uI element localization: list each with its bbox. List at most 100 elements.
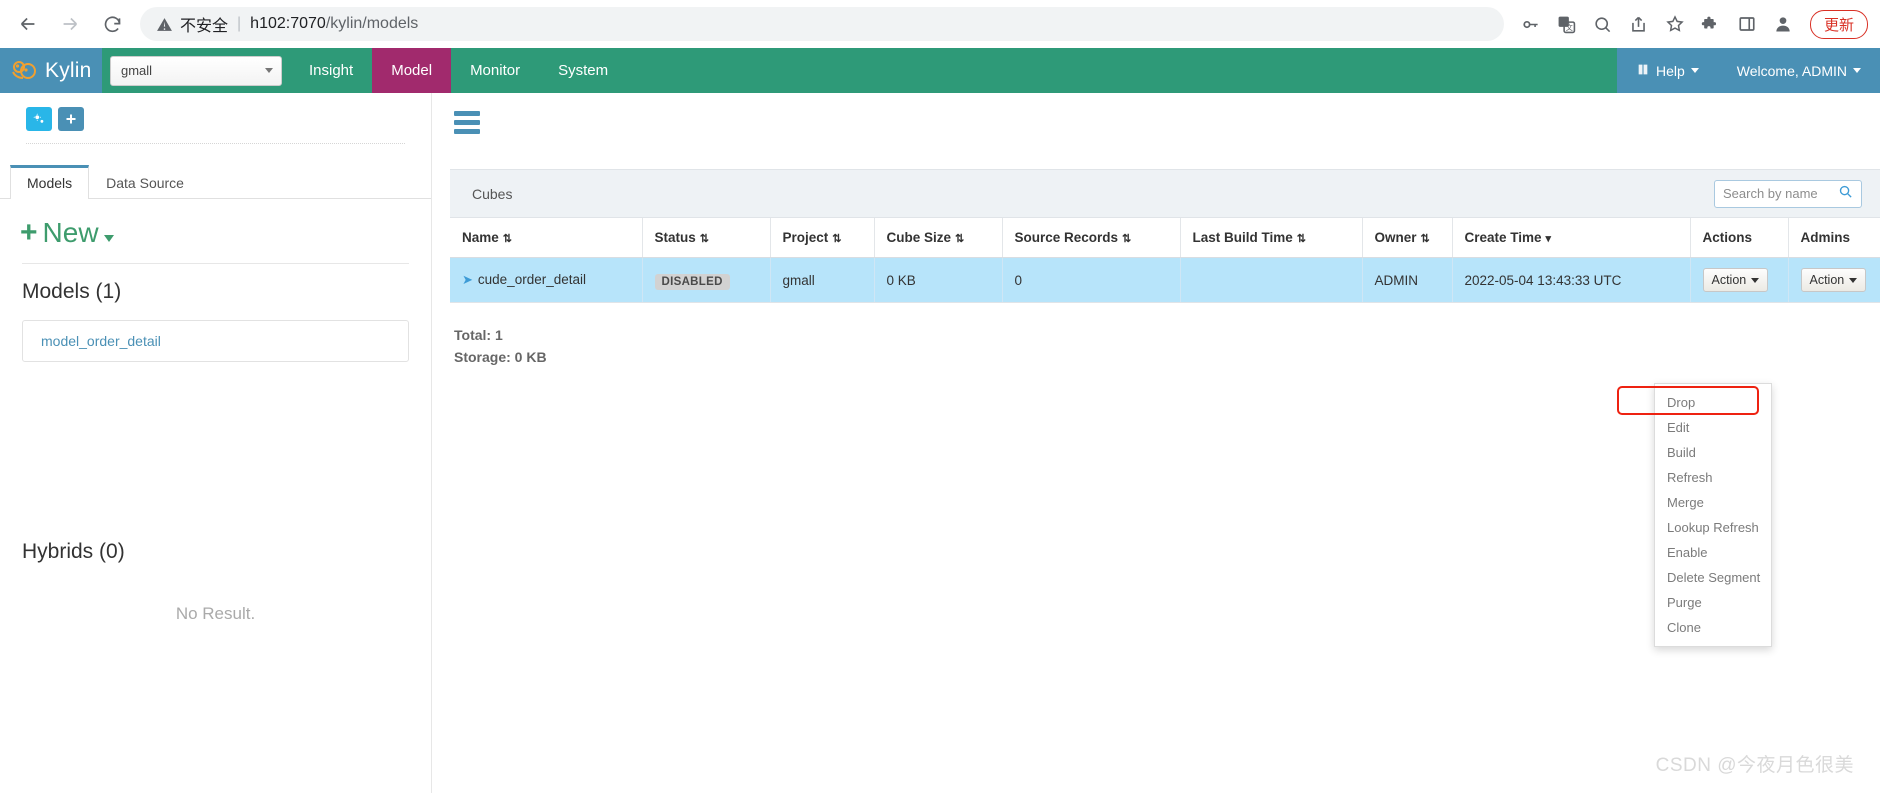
- main-nav-items: Insight Model Monitor System: [290, 48, 627, 93]
- search-icon[interactable]: [1838, 184, 1853, 204]
- forward-arrow-icon[interactable]: [50, 4, 90, 44]
- expand-chevron-icon[interactable]: ➤: [462, 272, 473, 287]
- col-header-project[interactable]: Project ⇅: [770, 218, 875, 258]
- kylin-brand[interactable]: Kylin: [0, 48, 102, 93]
- col-label: Cube Size: [886, 230, 952, 245]
- kylin-brand-label: Kylin: [45, 58, 92, 82]
- menu-item-lookup-refresh[interactable]: Lookup Refresh: [1655, 515, 1771, 540]
- main-content: Cubes Name⇅ Status⇅: [432, 93, 1880, 793]
- col-label: Project: [782, 230, 829, 245]
- menu-item-clone[interactable]: Clone: [1655, 615, 1771, 640]
- gears-icon[interactable]: [26, 107, 52, 131]
- sort-icon: ⇅: [832, 233, 842, 245]
- col-label: Status: [654, 230, 696, 245]
- search-input[interactable]: [1723, 186, 1838, 201]
- nav-item-monitor[interactable]: Monitor: [451, 48, 539, 93]
- col-header-create-time[interactable]: Create Time ▾: [1452, 218, 1691, 258]
- new-button[interactable]: + New: [20, 217, 114, 249]
- address-separator: |: [237, 15, 242, 32]
- cell-last-build-time: [1180, 257, 1363, 302]
- col-header-cube-size[interactable]: Cube Size ⇅: [874, 218, 1003, 258]
- models-section-title: Models (1): [22, 280, 122, 303]
- sidebar-tabs: Models Data Source: [0, 164, 431, 199]
- menu-item-refresh[interactable]: Refresh: [1655, 465, 1771, 490]
- admin-action-dropdown-button[interactable]: Action: [1800, 268, 1867, 292]
- storage-label: Storage: 0 KB: [454, 348, 547, 365]
- hybrids-empty-message: No Result.: [175, 604, 256, 623]
- table-header-row: Name ⇅ Status ⇅ Project ⇅ Cube Size ⇅ Source…: [450, 218, 1880, 258]
- nav-item-insight[interactable]: Insight: [290, 48, 372, 93]
- hamburger-menu-icon[interactable]: [454, 111, 480, 138]
- browser-toolbar-icons: 文 更新: [1514, 7, 1868, 41]
- col-header-source-records[interactable]: Source Records ⇅: [1002, 218, 1181, 258]
- menu-item-purge[interactable]: Purge: [1655, 590, 1771, 615]
- menu-item-enable[interactable]: Enable: [1655, 540, 1771, 565]
- tab-data-source[interactable]: Data Source: [89, 165, 201, 199]
- sort-icon: ⇅: [502, 233, 512, 245]
- page-body: Models Data Source + New Models (1) mode…: [0, 93, 1880, 793]
- cubes-table: Name ⇅ Status ⇅ Project ⇅ Cube Size ⇅ Source…: [450, 218, 1880, 302]
- svg-text:文: 文: [1566, 23, 1573, 32]
- table-totals: Total: 1 Storage: 0 KB: [454, 325, 1880, 368]
- url-text: h102:7070/kylin/models: [250, 15, 418, 33]
- plus-icon[interactable]: [58, 107, 84, 131]
- cell-admins: Action: [1788, 257, 1880, 302]
- action-button-label: Action: [1809, 273, 1845, 287]
- user-menu[interactable]: Welcome, ADMIN: [1718, 48, 1880, 93]
- side-panel-icon[interactable]: [1730, 7, 1764, 41]
- url-path: /kylin/models: [325, 15, 419, 32]
- status-badge: DISABLED: [654, 273, 730, 290]
- sidebar-tool-buttons: [0, 93, 431, 143]
- col-label: Owner: [1374, 230, 1417, 245]
- menu-item-drop[interactable]: Drop: [1655, 390, 1771, 415]
- translate-icon[interactable]: 文: [1550, 7, 1584, 41]
- sidebar: Models Data Source + New Models (1) mode…: [0, 93, 432, 793]
- reload-icon[interactable]: [92, 4, 132, 44]
- zoom-out-icon[interactable]: [1586, 7, 1620, 41]
- list-item[interactable]: model_order_detail: [22, 320, 409, 362]
- cell-project: gmall: [770, 257, 875, 302]
- nav-item-system[interactable]: System: [539, 48, 627, 93]
- menu-item-edit[interactable]: Edit: [1655, 415, 1771, 440]
- action-dropdown-button[interactable]: Action: [1702, 268, 1769, 292]
- col-label: Last Build Time: [1192, 230, 1293, 245]
- cell-cube-size: 0 KB: [874, 257, 1003, 302]
- nav-item-model[interactable]: Model: [372, 48, 452, 93]
- sort-desc-icon: ▾: [1545, 233, 1552, 245]
- project-select[interactable]: gmall: [110, 55, 282, 86]
- col-header-last-build-time[interactable]: Last Build Time ⇅: [1180, 218, 1363, 258]
- update-button[interactable]: 更新: [1809, 9, 1868, 39]
- col-label: Create Time: [1464, 230, 1542, 245]
- cubes-panel-header: Cubes: [450, 170, 1880, 218]
- cell-name[interactable]: ➤ cude_order_detail: [450, 257, 643, 302]
- cell-create-time: 2022-05-04 13:43:33 UTC: [1452, 257, 1691, 302]
- sort-icon: ⇅: [699, 233, 709, 245]
- key-icon[interactable]: [1514, 7, 1548, 41]
- chevron-down-icon: [265, 68, 273, 73]
- profile-avatar-icon[interactable]: [1766, 7, 1800, 41]
- back-arrow-icon[interactable]: [8, 4, 48, 44]
- search-box[interactable]: [1714, 179, 1862, 208]
- hybrids-section: Hybrids (0) No Result.: [0, 540, 431, 624]
- menu-item-build[interactable]: Build: [1655, 440, 1771, 465]
- col-header-name[interactable]: Name ⇅: [450, 218, 643, 258]
- help-menu[interactable]: Help: [1617, 48, 1718, 93]
- share-icon[interactable]: [1622, 7, 1656, 41]
- cubes-panel-title: Cubes: [472, 185, 513, 202]
- bookmark-star-icon[interactable]: [1658, 7, 1692, 41]
- total-label: Total: 1: [454, 327, 503, 343]
- help-label: Help: [1655, 62, 1685, 79]
- user-menu-label: Welcome, ADMIN: [1736, 62, 1847, 79]
- address-bar[interactable]: 不安全 | h102:7070/kylin/models: [140, 7, 1504, 41]
- col-header-owner[interactable]: Owner ⇅: [1362, 218, 1453, 258]
- menu-item-merge[interactable]: Merge: [1655, 490, 1771, 515]
- table-row[interactable]: ➤ cude_order_detail DISABLED gmall 0 KB 0…: [450, 257, 1880, 302]
- menu-item-delete-segment[interactable]: Delete Segment: [1655, 565, 1771, 590]
- chevron-down-icon: [1690, 68, 1699, 73]
- tab-models[interactable]: Models: [10, 165, 90, 199]
- extensions-puzzle-icon[interactable]: [1694, 7, 1728, 41]
- hybrids-section-title: Hybrids (0): [22, 540, 125, 563]
- action-dropdown-menu: Drop Edit Build Refresh Merge Lookup Ref…: [1654, 383, 1772, 647]
- col-header-status[interactable]: Status ⇅: [642, 218, 771, 258]
- browser-toolbar: 不安全 | h102:7070/kylin/models 文 更新: [0, 0, 1880, 48]
